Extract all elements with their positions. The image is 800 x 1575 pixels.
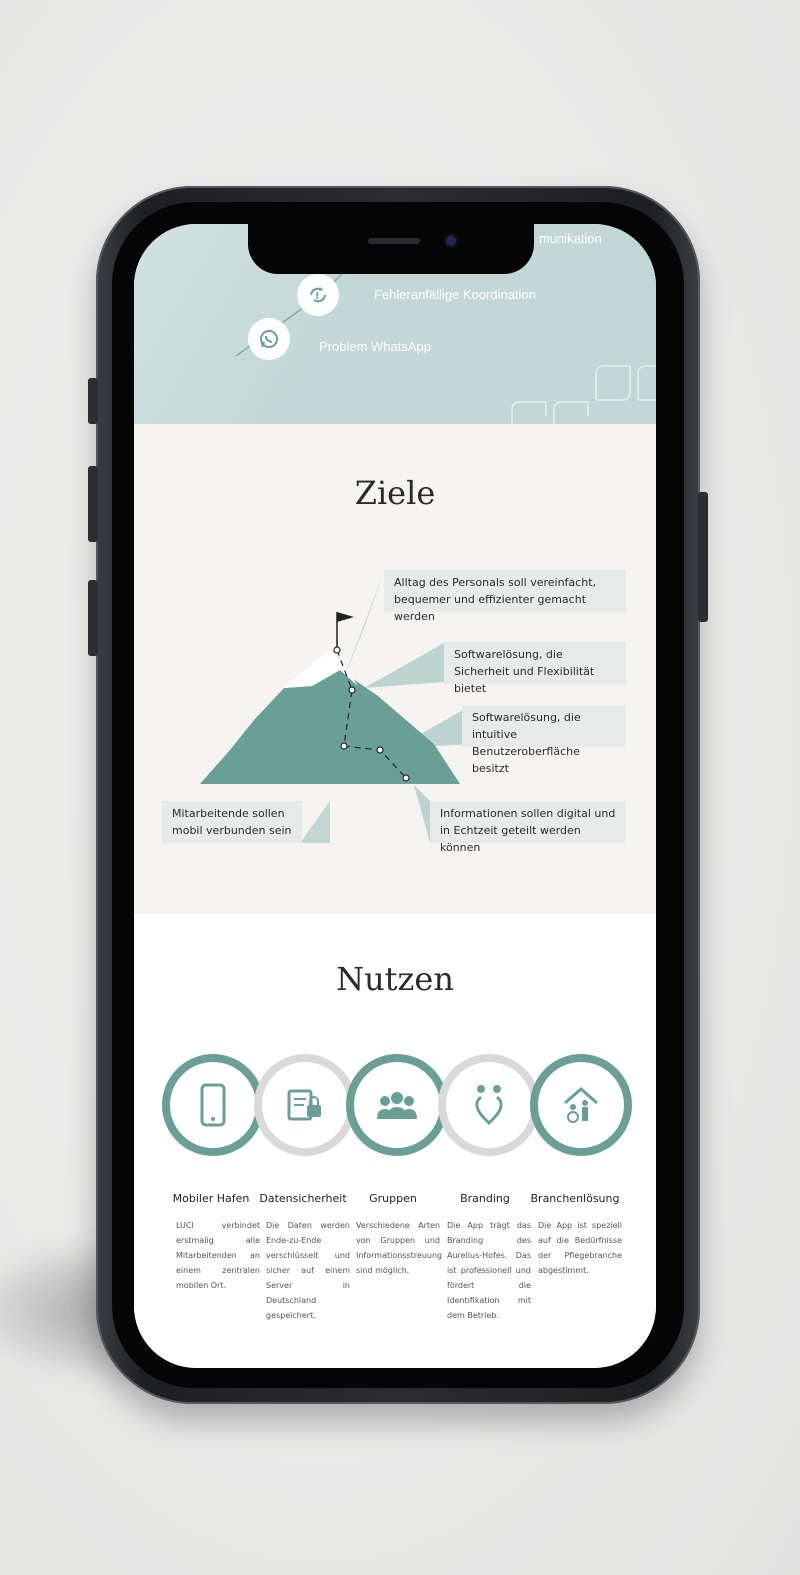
benefit-title-5: Branchenlösung (530, 1192, 620, 1205)
benefit-desc-2: Die Daten werden Ende-zu-Ende verschlüss… (266, 1221, 350, 1320)
benefits-section: Nutzen Mobiler Hafen Datensicherheit Gru… (134, 914, 656, 1368)
earpiece-speaker (368, 238, 420, 244)
benefit-title-1: Mobiler Hafen (172, 1192, 250, 1205)
benefit-title-2: Datensicherheit (259, 1192, 347, 1205)
goal-box-4: Mitarbeitende sollen mobil verbunden sei… (162, 801, 302, 843)
benefit-desc-5: Die App ist speziell auf die Bedürfnisse… (538, 1221, 622, 1275)
group-icon (377, 1092, 417, 1119)
benefit-desc-3: Verschiedene Arten von Gruppen und Infor… (356, 1221, 443, 1275)
goal-box-1: Alltag des Personals soll vereinfacht, b… (384, 570, 626, 623)
goals-section: Ziele Alltag des Personals soll vereinfa… (134, 424, 656, 914)
secure-document-icon (287, 1089, 321, 1121)
mute-switch (88, 378, 98, 424)
benefit-ring-1 (162, 1054, 264, 1156)
phone-notch (248, 214, 534, 274)
svg-text:!: ! (315, 291, 320, 302)
sync-alert-icon: ! (297, 274, 339, 316)
goal-box-5: Informationen sollen digital und in Echt… (430, 801, 626, 854)
benefit-ring-2 (254, 1054, 356, 1156)
smartphone-icon (200, 1083, 226, 1127)
benefit-ring-3 (346, 1054, 448, 1156)
benefit-desc-4: Die App trägt das Branding des Aurelius-… (447, 1221, 531, 1320)
power-button (698, 492, 708, 622)
volume-down-button (88, 580, 98, 656)
problem-label-whatsapp: Problem WhatsApp (319, 339, 431, 354)
care-home-icon (564, 1087, 598, 1123)
whatsapp-icon (248, 318, 290, 360)
volume-up-button (88, 466, 98, 542)
phone-screen[interactable]: munikation ! Fehleranfällige Koordinatio… (134, 224, 656, 1368)
benefit-desc-1: LUCI verbindet erstmalig alle Mitarbeite… (176, 1221, 260, 1290)
benefit-title-4: Branding (460, 1192, 510, 1205)
benefit-ring-4 (438, 1054, 540, 1156)
goal-box-2: Softwarelösung, die Sicherheit und Flexi… (444, 642, 626, 695)
benefit-title-3: Gruppen (369, 1192, 417, 1205)
heart-people-icon (475, 1085, 503, 1126)
benefit-ring-5 (530, 1054, 632, 1156)
goal-box-3: Softwarelösung, die intuitive Benutzerob… (462, 705, 626, 775)
benefits-title: Nutzen (336, 960, 454, 998)
problem-label-coordination: Fehleranfällige Koordination (374, 287, 536, 302)
front-camera-icon (444, 234, 458, 248)
problem-label-communication: munikation (539, 231, 602, 246)
